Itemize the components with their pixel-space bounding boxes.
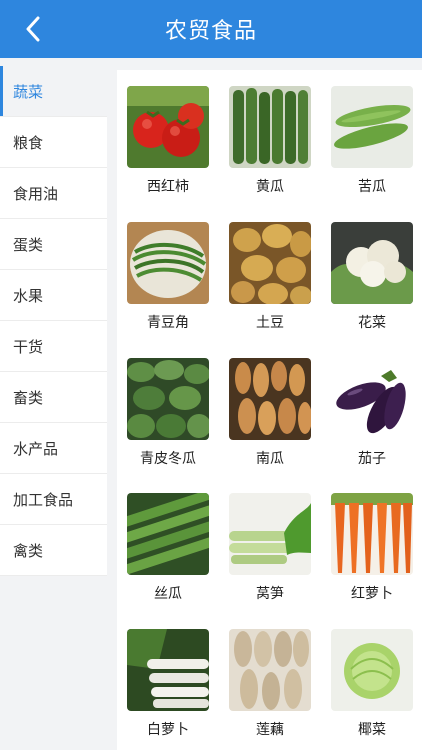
sidebar-item-poultry[interactable]: 禽类 bbox=[0, 525, 107, 576]
product-label: 茄子 bbox=[358, 451, 386, 467]
bitter-melon-image bbox=[331, 86, 413, 168]
product-label: 椰菜 bbox=[358, 722, 386, 738]
pumpkin-image bbox=[229, 358, 311, 440]
sidebar-item-cooking-oil[interactable]: 食用油 bbox=[0, 168, 107, 219]
sidebar-item-dried-goods[interactable]: 干货 bbox=[0, 321, 107, 372]
app-header: 农贸食品 bbox=[0, 0, 422, 58]
product-item-winter-melon[interactable]: 青皮冬瓜 bbox=[127, 358, 209, 476]
winter-melon-image bbox=[127, 358, 209, 440]
sidebar-item-label: 粮食 bbox=[13, 133, 44, 152]
chevron-left-icon bbox=[26, 16, 40, 42]
cabbage-image bbox=[331, 629, 413, 711]
sidebar-item-eggs[interactable]: 蛋类 bbox=[0, 219, 107, 270]
potato-image bbox=[229, 222, 311, 304]
product-item-bitter-melon[interactable]: 苦瓜 bbox=[331, 86, 413, 204]
product-item-pumpkin[interactable]: 南瓜 bbox=[229, 358, 311, 476]
category-sidebar: 蔬菜 粮食 食用油 蛋类 水果 干货 畜类 水产品 加工食品 禽类 bbox=[0, 66, 107, 750]
product-label: 花菜 bbox=[358, 315, 386, 331]
product-label: 红萝卜 bbox=[351, 586, 393, 602]
product-label: 土豆 bbox=[256, 315, 284, 331]
sidebar-item-label: 水产品 bbox=[13, 439, 59, 458]
product-item-eggplant[interactable]: 茄子 bbox=[331, 358, 413, 476]
sidebar-item-processed-food[interactable]: 加工食品 bbox=[0, 474, 107, 525]
eggplant-image bbox=[331, 358, 413, 440]
sidebar-item-label: 蔬菜 bbox=[13, 82, 44, 101]
product-item-lotus-root[interactable]: 莲藕 bbox=[229, 629, 311, 747]
product-item-long-bean[interactable]: 青豆角 bbox=[127, 222, 209, 340]
cucumber-image bbox=[229, 86, 311, 168]
sidebar-item-label: 畜类 bbox=[13, 388, 44, 407]
product-item-cucumber[interactable]: 黄瓜 bbox=[229, 86, 311, 204]
back-button[interactable] bbox=[18, 14, 48, 44]
tomato-image bbox=[127, 86, 209, 168]
sidebar-item-label: 蛋类 bbox=[13, 235, 44, 254]
sidebar-item-label: 加工食品 bbox=[13, 490, 74, 509]
sidebar-item-label: 禽类 bbox=[13, 541, 44, 560]
product-item-carrot[interactable]: 红萝卜 bbox=[331, 493, 413, 611]
product-label: 莴笋 bbox=[256, 586, 284, 602]
sidebar-item-label: 食用油 bbox=[13, 184, 59, 203]
product-item-cauliflower[interactable]: 花菜 bbox=[331, 222, 413, 340]
carrot-image bbox=[331, 493, 413, 575]
lotus-root-image bbox=[229, 629, 311, 711]
long-bean-image bbox=[127, 222, 209, 304]
product-item-tomato[interactable]: 西红柿 bbox=[127, 86, 209, 204]
product-panel: 西红柿 黄瓜 苦瓜 青豆角 土豆 花菜 青皮冬瓜 南瓜 茄子 丝瓜 莴笋 红萝卜… bbox=[117, 70, 422, 750]
sidebar-item-aquatic[interactable]: 水产品 bbox=[0, 423, 107, 474]
product-label: 丝瓜 bbox=[154, 586, 182, 602]
product-label: 青豆角 bbox=[147, 315, 189, 331]
product-label: 苦瓜 bbox=[358, 179, 386, 195]
sidebar-item-label: 水果 bbox=[13, 286, 44, 305]
product-label: 青皮冬瓜 bbox=[140, 451, 196, 467]
product-item-loofah[interactable]: 丝瓜 bbox=[127, 493, 209, 611]
page-title: 农贸食品 bbox=[164, 19, 257, 44]
sidebar-item-vegetables[interactable]: 蔬菜 bbox=[0, 66, 107, 117]
product-item-white-radish[interactable]: 白萝卜 bbox=[127, 629, 209, 747]
cauliflower-image bbox=[331, 222, 413, 304]
product-label: 莲藕 bbox=[256, 722, 284, 738]
white-radish-image bbox=[127, 629, 209, 711]
celtuce-image bbox=[229, 493, 311, 575]
product-label: 南瓜 bbox=[256, 451, 284, 467]
loofah-image bbox=[127, 493, 209, 575]
product-item-celtuce[interactable]: 莴笋 bbox=[229, 493, 311, 611]
product-label: 黄瓜 bbox=[256, 179, 284, 195]
sidebar-item-grain[interactable]: 粮食 bbox=[0, 117, 107, 168]
sidebar-item-fruit[interactable]: 水果 bbox=[0, 270, 107, 321]
sidebar-item-label: 干货 bbox=[13, 337, 44, 356]
product-label: 西红柿 bbox=[147, 179, 189, 195]
product-label: 白萝卜 bbox=[147, 722, 189, 738]
product-item-potato[interactable]: 土豆 bbox=[229, 222, 311, 340]
product-item-cabbage[interactable]: 椰菜 bbox=[331, 629, 413, 747]
sidebar-item-livestock[interactable]: 畜类 bbox=[0, 372, 107, 423]
